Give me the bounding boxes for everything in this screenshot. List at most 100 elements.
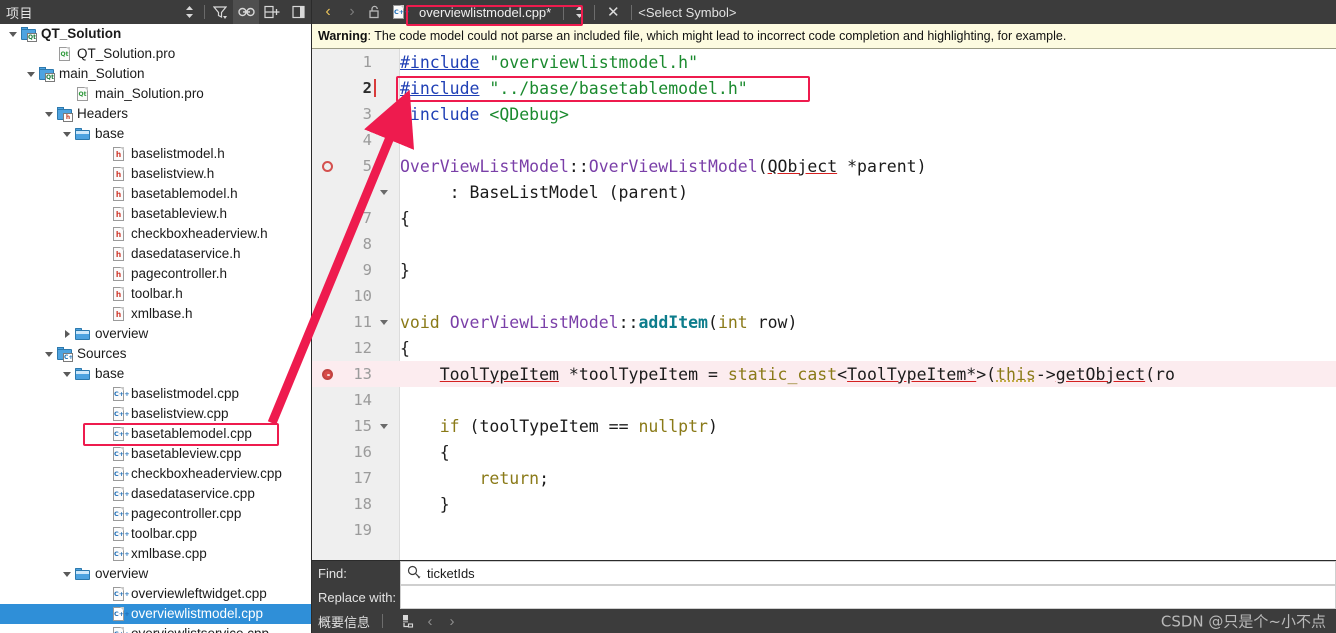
code-line-8[interactable]: 8 [312,231,1336,257]
fold-toggle-icon[interactable] [374,423,394,429]
tree-item-baselistmodel-h[interactable]: h baselistmodel.h [0,144,311,164]
open-file-tab[interactable]: C++ overviewlistmodel.cpp* [390,4,583,26]
tree-item-baselistview-h[interactable]: h baselistview.h [0,164,311,184]
code-line-11[interactable]: 11 void OverViewListModel::addItem(int ro… [312,309,1336,335]
tree-item-main-solution-pro[interactable]: Qt main_Solution.pro [0,84,311,104]
code-line-13[interactable]: 13 ToolTypeItem *toolTypeItem = static_c… [312,361,1336,387]
code-line-12[interactable]: 12 { [312,335,1336,361]
tree-item-checkboxheaderview-h[interactable]: h checkboxheaderview.h [0,224,311,244]
tree-item-xmlbase-h[interactable]: h xmlbase.h [0,304,311,324]
line-number: 4 [362,131,372,149]
cpp-file-icon: C++ [390,4,410,20]
chevron-open-icon[interactable] [60,364,74,384]
sort-updown-icon[interactable] [176,0,202,24]
qt-project-folder-icon: Qt [38,66,55,82]
split-add-icon[interactable] [259,0,285,24]
code-line-7[interactable]: 7{ [312,205,1336,231]
prev-arrow-icon[interactable]: ‹ [419,613,441,630]
find-replace-panel: Find: ticketIds Replace with: [312,560,1336,609]
fold-toggle-icon[interactable] [374,189,394,195]
tree-item-basetableview-h[interactable]: h basetableview.h [0,204,311,224]
code-line-9[interactable]: 9} [312,257,1336,283]
tree-item-sources[interactable]: C+ Sources [0,344,311,364]
code-line-18[interactable]: 18 } [312,491,1336,517]
tree-item-toolbar-h[interactable]: h toolbar.h [0,284,311,304]
text-caret [374,79,376,97]
symbol-selector[interactable]: <Select Symbol> [638,5,736,20]
summary-label[interactable]: 概要信息 [318,612,370,631]
code-line-16[interactable]: 16 { [312,439,1336,465]
breakpoint-icon[interactable] [322,369,333,380]
tree-item-dasedataservice-h[interactable]: h dasedataservice.h [0,244,311,264]
code-line-4[interactable]: 4 [312,127,1336,153]
forward-arrow-icon[interactable]: › [340,0,364,24]
cpp-file-icon: C++ [110,626,130,633]
code-line-15[interactable]: 15 if (toolTypeItem == nullptr) [312,413,1336,439]
tree-item-overview[interactable]: overview [0,324,311,344]
code-lines[interactable]: 1 #include "overviewlistmodel.h" 2 #include… [312,49,1336,543]
tree-item-label: basetablemodel.cpp [131,426,252,441]
tree-item-basetableview-cpp[interactable]: C++ basetableview.cpp [0,444,311,464]
clear-icon[interactable] [395,614,419,628]
replace-input[interactable] [400,585,1336,609]
tree-item-pagecontroller-cpp[interactable]: C++ pagecontroller.cpp [0,504,311,524]
tree-item-main-solution[interactable]: Qt main_Solution [0,64,311,84]
fold-toggle-icon[interactable] [374,319,394,325]
headers-folder-icon: h [56,106,73,122]
tree-item-overviewlistmodel-cpp[interactable]: C++ overviewlistmodel.cpp [0,604,311,624]
chevron-open-icon[interactable] [24,64,38,84]
code-line-2[interactable]: 2 #include "../base/basetablemodel.h" [312,75,1336,101]
tree-item-headers[interactable]: h Headers [0,104,311,124]
code-line-17[interactable]: 17 return; [312,465,1336,491]
chevron-open-icon[interactable] [60,564,74,584]
breakpoint-pending-icon[interactable] [322,161,333,172]
chevron-open-icon[interactable] [42,344,56,364]
find-input[interactable]: ticketIds [400,561,1336,585]
chevron-closed-icon[interactable] [60,324,74,344]
next-arrow-icon[interactable]: › [441,613,463,630]
tree-item-baselistview-cpp[interactable]: C++ baselistview.cpp [0,404,311,424]
back-arrow-icon[interactable]: ‹ [316,0,340,24]
chevron-open-icon[interactable] [42,104,56,124]
code-line-5[interactable]: 5 OverViewListModel::OverViewListModel(QO… [312,153,1336,179]
close-icon[interactable]: ✕ [601,0,625,24]
code-line-3[interactable]: 3 #include <QDebug> [312,101,1336,127]
code-text: } [400,260,410,280]
tree-item-basetablemodel-h[interactable]: h basetablemodel.h [0,184,311,204]
cpp-file-icon: C++ [110,506,130,522]
code-editor[interactable]: 1 #include "overviewlistmodel.h" 2 #include… [312,49,1336,560]
tree-item-qt-solution-pro[interactable]: Qt QT_Solution.pro [0,44,311,64]
tree-item-base[interactable]: base [0,364,311,384]
tree-item-label: checkboxheaderview.cpp [131,466,282,481]
code-line-19[interactable]: 19 [312,517,1336,543]
unlock-icon[interactable] [364,0,386,24]
cpp-file-icon: C++ [110,586,130,602]
tree-item-checkboxheaderview-cpp[interactable]: C++ checkboxheaderview.cpp [0,464,311,484]
qt-pro-file-icon: Qt [74,86,91,102]
tree-item-baselistmodel-cpp[interactable]: C++ baselistmodel.cpp [0,384,311,404]
tree-item-dasedataservice-cpp[interactable]: C++ dasedataservice.cpp [0,484,311,504]
code-line-1[interactable]: 1 #include "overviewlistmodel.h" [312,49,1336,75]
code-line-6[interactable]: 6 : BaseListModel (parent) [312,179,1336,205]
tree-item-basetablemodel-cpp[interactable]: C++ basetablemodel.cpp [0,424,311,444]
chevron-open-icon[interactable] [60,124,74,144]
code-line-14[interactable]: 14 [312,387,1336,413]
link-sync-icon[interactable] [233,0,259,24]
tree-item-base[interactable]: base [0,124,311,144]
tree-item-overviewleftwidget-cpp[interactable]: C++ overviewleftwidget.cpp [0,584,311,604]
updown-arrows-icon[interactable] [570,5,588,19]
tree-item-qt-solution[interactable]: Qt QT_Solution [0,24,311,44]
project-tree[interactable]: Qt QT_Solution Qt QT_Solution.pro Qt main_Sol… [0,24,311,633]
tree-item-overview[interactable]: overview [0,564,311,584]
tree-item-pagecontroller-h[interactable]: h pagecontroller.h [0,264,311,284]
tree-item-overviewlistservice-cpp[interactable]: C++overviewlistservice.cpp [0,624,311,633]
tree-item-toolbar-cpp[interactable]: C++ toolbar.cpp [0,524,311,544]
code-line-10[interactable]: 10 [312,283,1336,309]
collapse-pane-icon[interactable] [285,0,311,24]
sidebar-title: 项目 [6,5,34,21]
tree-item-xmlbase-cpp[interactable]: C++ xmlbase.cpp [0,544,311,564]
warning-text: : The code model could not parse an incl… [367,29,1067,43]
chevron-open-icon[interactable] [6,24,20,44]
filter-icon[interactable] [207,0,233,24]
